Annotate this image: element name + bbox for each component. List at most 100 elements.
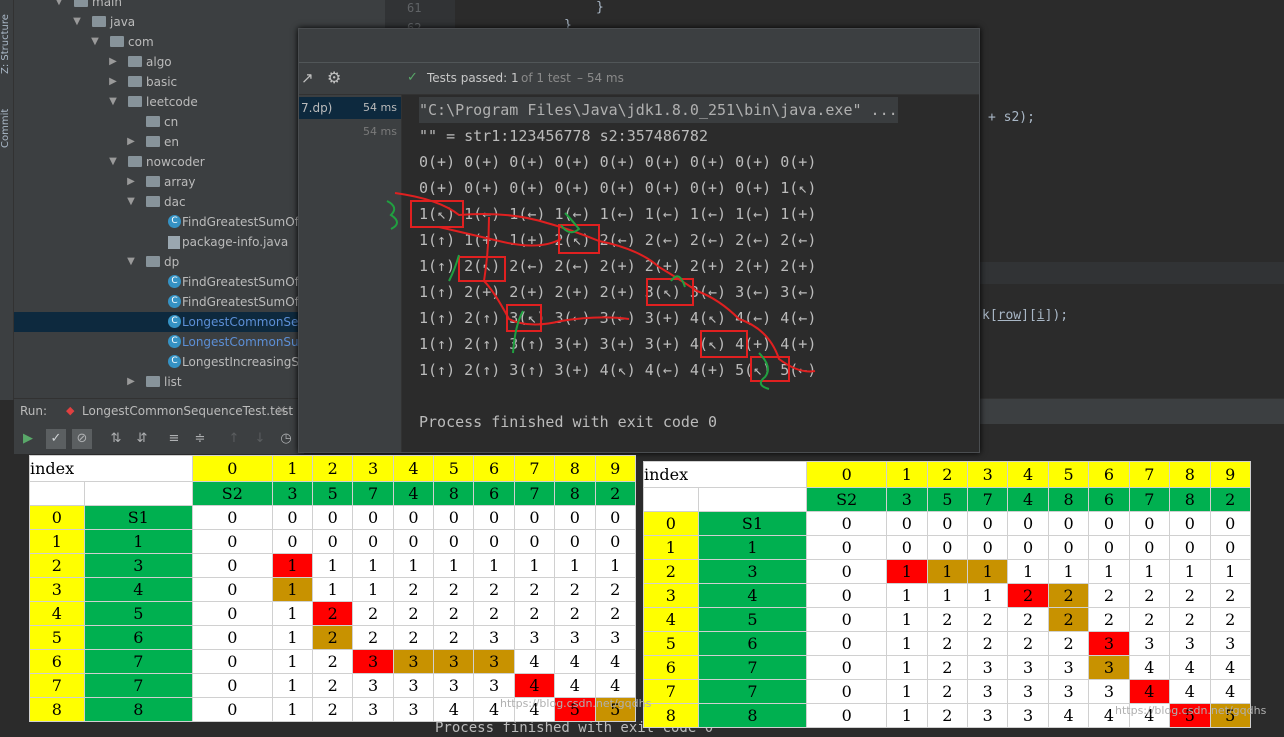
table-cell: 1 xyxy=(271,625,314,650)
watermark: https://blog.csdn.net/gqdhs xyxy=(1115,704,1267,717)
table-cell: 1 xyxy=(271,553,314,578)
class-icon: C xyxy=(168,295,181,308)
table-cell: 0 xyxy=(643,511,699,536)
expand-down-icon[interactable]: ▼ xyxy=(54,0,64,12)
folder-icon xyxy=(74,0,88,7)
table-cell: 8 xyxy=(643,703,699,728)
highlight-box xyxy=(700,330,748,358)
expand-right-icon[interactable]: ▶ xyxy=(126,372,136,392)
table-cell: 3 xyxy=(433,649,475,674)
expand-right-icon[interactable]: ▶ xyxy=(108,52,118,72)
table-cell: 0 xyxy=(1209,511,1252,536)
show-passed-icon[interactable]: ✓ xyxy=(46,429,66,449)
table-cell: 3 xyxy=(966,679,1009,704)
expand-down-icon[interactable]: ▼ xyxy=(90,32,100,52)
expand-down-icon[interactable]: ▼ xyxy=(126,192,136,212)
table-cell: 8 xyxy=(1169,461,1211,488)
table-cell: 7 xyxy=(29,673,85,698)
sort-alpha-icon[interactable]: ⇅ xyxy=(106,429,126,449)
expand-down-icon[interactable]: ▼ xyxy=(108,152,118,172)
table-cell: 7 xyxy=(83,673,193,698)
table-cell: 0 xyxy=(191,649,273,674)
lcs-table-left: index 0 1 2 3 4 5 6 7 8 9 S2 3 5 7 4 8 6 7 8 2 0 S1 0 0 0 0 0 0 0 0 0 0 1… xyxy=(29,455,636,722)
table-cell: 0 xyxy=(806,703,888,728)
tree-item-label: nowcoder xyxy=(146,155,205,169)
path-line xyxy=(394,192,816,373)
table-cell: 4 xyxy=(513,649,556,674)
table-cell: 3 xyxy=(352,673,394,698)
table-cell: 6 xyxy=(1088,487,1130,512)
table-row: 0 S1 0 0 0 0 0 0 0 0 0 0 xyxy=(643,511,1252,536)
table-cell: 0 xyxy=(806,461,888,488)
expand-right-icon[interactable]: ▶ xyxy=(126,172,136,192)
table-cell: 3 xyxy=(271,481,314,506)
expand-down-icon[interactable]: ▼ xyxy=(126,252,136,272)
table-cell: 0 xyxy=(1128,511,1171,536)
table-cell: 0 xyxy=(1169,511,1211,536)
table-cell: 4 xyxy=(594,673,636,698)
table-cell: 8 xyxy=(433,481,475,506)
tree-item-label: main xyxy=(92,0,122,9)
table-cell: 2 xyxy=(312,625,354,650)
table-cell: 3 xyxy=(966,655,1009,680)
path-line xyxy=(438,226,562,247)
table-cell: 2 xyxy=(352,625,394,650)
table-cell: 8 xyxy=(697,703,808,728)
table-cell: 3 xyxy=(554,625,596,650)
run-tab[interactable]: LongestCommonSequenceTest.test xyxy=(82,404,293,418)
table-cell: 2 xyxy=(1007,631,1049,656)
table-cell: 0 xyxy=(806,631,888,656)
expand-right-icon[interactable]: ▶ xyxy=(108,72,118,92)
show-ignored-icon[interactable]: ⊘ xyxy=(72,429,92,449)
table-cell: 2 xyxy=(1047,583,1090,608)
table-cell: 8 xyxy=(29,697,85,722)
prev-failed-icon[interactable]: ↑ xyxy=(224,429,244,449)
close-icon[interactable]: × xyxy=(276,403,287,418)
next-failed-icon[interactable]: ↓ xyxy=(250,429,270,449)
folder-icon xyxy=(146,176,160,187)
table-cell: 1 xyxy=(352,577,394,602)
expand-all-icon[interactable]: ≡ xyxy=(164,429,184,449)
table-cell: 3 xyxy=(1088,631,1130,656)
table-cell: 2 xyxy=(926,461,969,488)
table-cell: 3 xyxy=(1047,655,1090,680)
expand-down-icon[interactable]: ▼ xyxy=(108,92,118,112)
table-cell: 2 xyxy=(1128,583,1171,608)
table-cell: 0 xyxy=(966,535,1009,560)
collapse-all-icon[interactable]: ≑ xyxy=(190,429,210,449)
structure-tab[interactable]: Z: Structure xyxy=(0,4,14,74)
table-cell: 0 xyxy=(271,529,314,554)
table-cell: 0 xyxy=(392,529,435,554)
history-icon[interactable]: ◷ xyxy=(276,429,296,449)
highlight-box xyxy=(410,200,464,228)
table-cell: 2 xyxy=(1128,607,1171,632)
table-cell: 1 xyxy=(352,553,394,578)
table-cell: 7 xyxy=(1128,461,1171,488)
commit-tab[interactable]: Commit xyxy=(0,92,14,148)
tree-item[interactable]: ▼ main xyxy=(14,0,385,12)
table-cell: 3 xyxy=(352,697,394,722)
table-cell: 0 xyxy=(1169,535,1211,560)
expand-down-icon[interactable]: ▼ xyxy=(72,12,82,32)
tree-item-label: java xyxy=(110,15,136,29)
table-cell: 2 xyxy=(926,607,969,632)
table-cell: 3 xyxy=(1128,631,1171,656)
tree-item-label: algo xyxy=(146,55,172,69)
java-file-icon xyxy=(168,236,180,249)
table-cell: 3 xyxy=(594,625,636,650)
table-row: index 0 1 2 3 4 5 6 7 8 9 xyxy=(29,455,636,482)
table-cell: 0 xyxy=(473,505,515,530)
table-cell: 0 xyxy=(554,505,596,530)
class-icon: C xyxy=(168,215,181,228)
tree-item-label: LongestCommonSubst xyxy=(182,335,318,349)
rerun-icon[interactable]: ▶ xyxy=(18,429,38,449)
table-cell: 5 xyxy=(697,607,808,632)
annotation-overlay xyxy=(386,192,816,390)
expand-right-icon[interactable]: ▶ xyxy=(126,132,136,152)
table-cell: 6 xyxy=(1088,461,1130,488)
table-cell: 2 xyxy=(966,607,1009,632)
table-row: 230111111111 xyxy=(643,559,1252,584)
sort-duration-icon[interactable]: ⇵ xyxy=(132,429,152,449)
table-cell: 0 xyxy=(886,511,928,536)
table-cell: 1 xyxy=(271,649,314,674)
